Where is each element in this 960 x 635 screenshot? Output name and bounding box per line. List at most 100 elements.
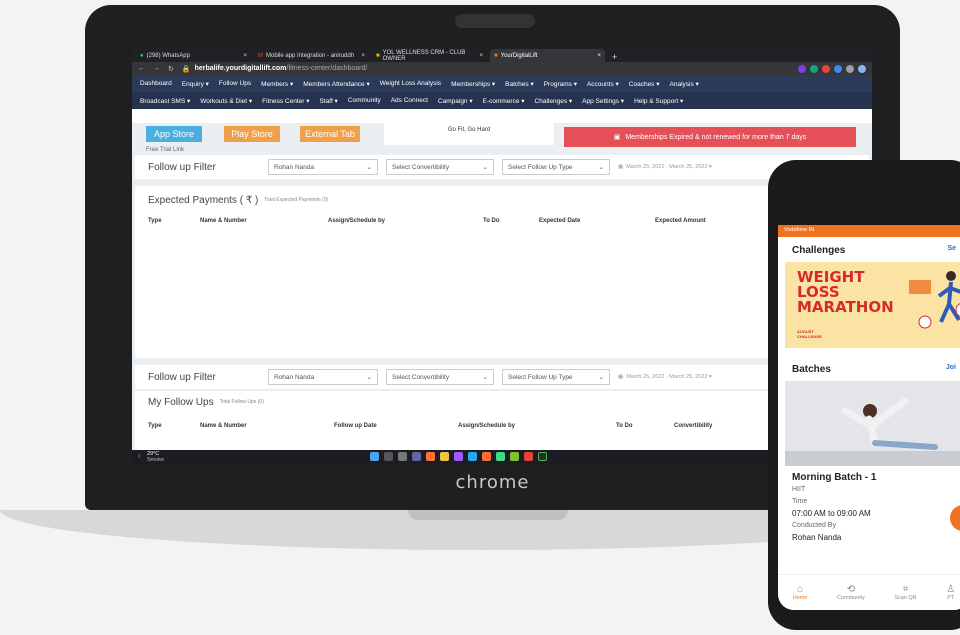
nav-accounts[interactable]: Accounts ▾ [587,80,619,88]
search-icon[interactable] [384,452,393,461]
forward-icon[interactable]: → [153,65,160,72]
nav-weight-loss[interactable]: Weight Loss Analysis [380,80,441,87]
col-header: Expected Amount [655,218,706,224]
home-icon: ⌂ [797,584,804,595]
nav-programs[interactable]: Programs ▾ [544,80,577,88]
nav-batches[interactable]: Batches ▾ [505,80,534,88]
extension-icon[interactable] [834,64,842,73]
date-range-picker[interactable]: ▦ March 25, 2022 - March 25, 2022 ▾ [618,159,712,175]
extension-icon[interactable] [798,64,806,73]
firefox-icon[interactable] [426,452,435,461]
col-header: Follow up Date [334,423,377,429]
select-value: Select Follow Up Type [508,163,573,171]
nav-fitness-center[interactable]: Fitness Center ▾ [262,97,309,105]
app-icon[interactable] [510,452,519,461]
chrome-icon[interactable] [524,452,533,461]
date-range-picker[interactable]: ▦ March 25, 2022 - March 25, 2022 ▾ [618,369,712,385]
expired-alert[interactable]: ▣ Memberships Expired & not renewed for m… [564,127,856,147]
chat-icon[interactable] [412,452,421,461]
followup-type-select[interactable]: Select Follow Up Type ⌄ [502,369,610,385]
browser-tab[interactable]: M Mobile app Integration - aniruddh × [254,49,369,62]
tab-title: Mobile app Integration - aniruddh [266,52,355,59]
close-icon[interactable]: × [243,53,247,59]
nav-pt[interactable]: ♙ PT [946,584,955,601]
browser-tab[interactable]: ● (298) WhatsApp × [136,49,251,62]
nav-enquiry[interactable]: Enquiry ▾ [182,80,209,88]
nav-members-attendance[interactable]: Members Attendance ▾ [303,80,370,88]
nav-analysis[interactable]: Analysis ▾ [670,80,699,88]
join-link[interactable]: Joi [946,364,956,375]
col-header: To Do [616,423,633,429]
extension-icon[interactable] [810,64,818,73]
col-header: Convertibility [674,423,713,429]
nav-app-settings[interactable]: App Settings ▾ [582,97,624,105]
back-icon[interactable]: ← [138,65,145,72]
nav-memberships[interactable]: Memberships ▾ [451,80,495,88]
file-explorer-icon[interactable] [440,452,449,461]
new-tab-button[interactable]: + [608,52,621,62]
see-all-link[interactable]: Se [947,245,956,256]
challenges-header: Challenges Se [778,245,960,256]
play-store-button[interactable]: Play Store [224,126,280,142]
nav-members[interactable]: Members ▾ [261,80,293,88]
date-range-value: March 25, 2022 - March 25, 2022 ▾ [626,164,712,170]
challenge-banner[interactable]: WEIGHT LOSS MARATHON AUGUST CHALLENGE [785,262,960,348]
nav-coaches[interactable]: Coaches ▾ [629,80,660,88]
terminal-icon[interactable] [538,452,547,461]
batch-card[interactable]: Morning Batch - 1 HIIT Time 07:00 AM to … [778,466,960,550]
browser-tab[interactable]: ■ YOL WELLNESS CRM - CLUB OWNER × [372,49,487,62]
calendar-icon: ▦ [618,374,624,380]
app-icon[interactable] [454,452,463,461]
nav-community[interactable]: ⟲ Community [837,584,865,601]
followup-type-select[interactable]: Select Follow Up Type ⌄ [502,159,610,175]
nav-follow-ups[interactable]: Follow Ups [219,80,251,87]
close-icon[interactable]: × [361,53,365,59]
convertibility-select[interactable]: Select Convertibility ⌄ [386,369,494,385]
nav-campaign[interactable]: Campaign ▾ [438,97,473,105]
quote-box: Go Fit, Go Hard [384,123,554,145]
select-value: Rohan Nanda [274,163,315,171]
nav-ecommerce[interactable]: E-commerce ▾ [483,97,525,105]
windows-start-icon[interactable] [370,452,379,461]
nav-scan-qr[interactable]: ⌗ Scan QR [894,584,916,601]
reload-icon[interactable]: ↻ [168,65,174,73]
close-icon[interactable]: × [479,53,483,59]
nav-help-support[interactable]: Help & Support ▾ [634,97,683,105]
staff-select[interactable]: Rohan Nanda ⌄ [268,369,378,385]
close-icon[interactable]: × [597,53,601,59]
nav-broadcast-sms[interactable]: Broadcast SMS ▾ [140,97,190,105]
nav-ads-connect[interactable]: Ads Connect [391,97,428,104]
ydl-icon: ■ [494,52,498,59]
browser-tab-active[interactable]: ■ YourDigitalLift × [490,49,605,62]
app-store-button[interactable]: App Store [146,126,202,142]
select-value: Select Follow Up Type [508,373,573,381]
nav-home[interactable]: ⌂ Home [793,584,808,601]
vscode-icon[interactable] [468,452,477,461]
external-tab-button[interactable]: External Tab [300,126,360,142]
table-header: Type Name & Number Follow up Date Assign… [135,419,869,433]
postman-icon[interactable] [482,452,491,461]
trial-link[interactable]: Free Trial Link [146,147,184,153]
staff-select[interactable]: Rohan Nanda ⌄ [268,159,378,175]
nav-dashboard[interactable]: Dashboard [140,80,172,87]
select-value: Select Convertibility [392,163,450,171]
task-view-icon[interactable] [398,452,407,461]
scan-qr-icon: ⌗ [902,584,909,595]
nav-challenges[interactable]: Challenges ▾ [535,97,573,105]
extension-icon[interactable] [822,64,830,73]
nav-staff[interactable]: Staff ▾ [320,97,338,105]
secondary-nav: Broadcast SMS ▾ Workouts & Diet ▾ Fitnes… [132,92,872,109]
convertibility-select[interactable]: Select Convertibility ⌄ [386,159,494,175]
batch-name: Morning Batch - 1 [792,472,877,483]
section-title: Batches [792,364,831,375]
profile-avatar-icon[interactable] [858,64,866,73]
batch-photo[interactable] [785,381,960,466]
dashboard-content: App Store Play Store External Tab Free T… [132,123,872,450]
app-icon[interactable] [496,452,505,461]
extension-icon[interactable] [846,64,854,73]
url-field[interactable]: 🔒 herbalife.yourdigitallift.com/fitness-… [182,64,722,74]
nav-workouts-diet[interactable]: Workouts & Diet ▾ [200,97,252,105]
col-header: Expected Date [539,218,581,224]
follow-filter-panel-2: Follow up Filter Rohan Nanda ⌄ Select Con… [135,365,869,389]
nav-community[interactable]: Community [348,97,381,104]
